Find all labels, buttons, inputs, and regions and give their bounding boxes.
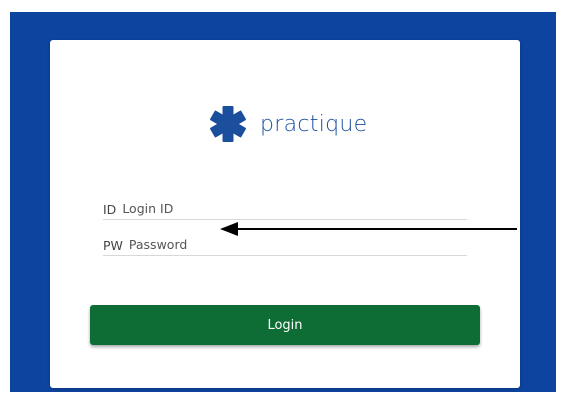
id-label: ID — [103, 202, 117, 217]
password-row: PW — [103, 234, 467, 256]
login-background: practique ID PW Login — [10, 12, 556, 392]
brand-name: practique — [260, 111, 368, 137]
login-card: practique ID PW Login — [50, 40, 520, 388]
password-input[interactable] — [128, 235, 467, 253]
brand-logo: practique — [210, 104, 367, 144]
login-id-input[interactable] — [122, 199, 467, 217]
login-id-row: ID — [103, 198, 467, 220]
star-of-life-icon — [210, 105, 246, 143]
login-button[interactable]: Login — [90, 305, 480, 345]
pw-label: PW — [103, 238, 123, 253]
